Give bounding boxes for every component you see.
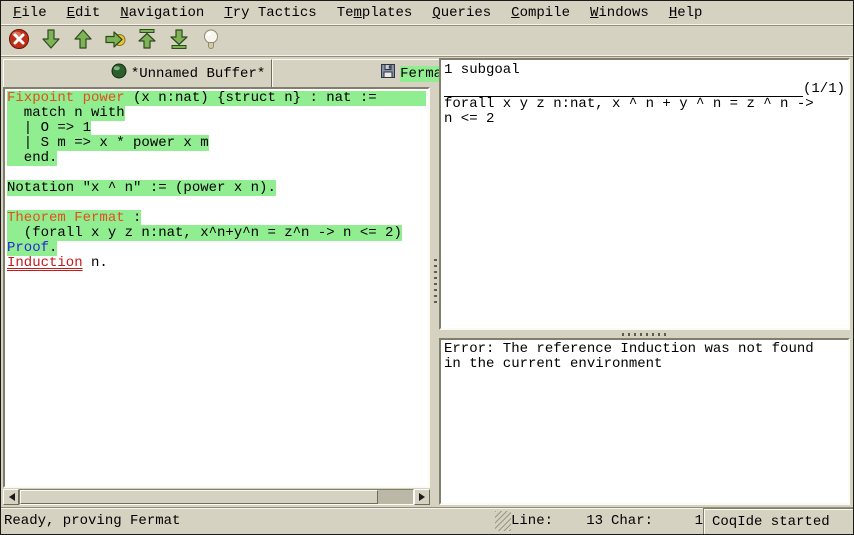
hint-button[interactable]: [198, 28, 224, 54]
script-editor[interactable]: Fixpoint power (x n:nat) {struct n} : na…: [3, 87, 430, 488]
goal-text: forall x y z n:nat, x ^ n + y ^ n = z ^ …: [444, 97, 845, 127]
line-value: 13: [553, 513, 603, 529]
scrollbar-thumb[interactable]: [20, 490, 378, 504]
menu-help[interactable]: Help: [659, 3, 713, 23]
goal-pane: 1 subgoal (1/1) forall x y z n:nat, x ^ …: [439, 58, 850, 330]
status-message: Ready, proving Fermat: [1, 508, 495, 534]
menu-navigation[interactable]: Navigation: [110, 3, 214, 23]
message-pane: Error: The reference Induction was not f…: [439, 338, 850, 505]
app-status: CoqIde started: [703, 508, 853, 534]
splitter-grip-icon: [622, 333, 668, 336]
scroll-right-button[interactable]: [414, 489, 430, 505]
arrow-down-to-bar-icon: [167, 27, 191, 56]
coqide-window: FileEditNavigationTry TacticsTemplatesQu…: [0, 0, 854, 535]
code-line: Fixpoint power (x n:nat) {struct n} : na…: [7, 91, 426, 106]
code-line: Theorem Fermat :: [7, 211, 426, 226]
go-to-start-button[interactable]: [134, 28, 160, 54]
code-line: | O => 1: [7, 121, 426, 136]
code-line: (forall x y z n:nat, x^n+y^n = z^n -> n …: [7, 226, 426, 241]
go-to-end-button[interactable]: [166, 28, 192, 54]
tab-label: *Unnamed Buffer*: [131, 66, 265, 82]
proof-column: 1 subgoal (1/1) forall x y z n:nat, x ^ …: [439, 57, 853, 507]
editor-content: Fixpoint power (x n:nat) {struct n} : na…: [7, 91, 426, 271]
code-line: Induction n.: [7, 256, 426, 271]
message-line: Error: The reference Induction was not f…: [444, 342, 845, 357]
message-line: in the current environment: [444, 357, 845, 372]
status-bar: Ready, proving Fermat Line: 13 Char: 1 C…: [1, 507, 853, 534]
menu-edit[interactable]: Edit: [57, 3, 111, 23]
menu-try-tactics[interactable]: Try Tactics: [214, 3, 326, 23]
horizontal-scrollbar: [3, 489, 430, 505]
menu-windows[interactable]: Windows: [580, 3, 659, 23]
lightbulb-icon: [199, 27, 223, 56]
goal-separator: (1/1): [444, 82, 845, 97]
vertical-splitter[interactable]: [431, 57, 439, 507]
triangle-left-icon: [5, 493, 15, 501]
goal-counter: (1/1): [803, 82, 845, 97]
code-line: [7, 196, 426, 211]
main-area: *Unnamed Buffer* Fermat.v: [1, 57, 853, 507]
menu-file[interactable]: File: [3, 3, 57, 23]
tab-unnamed-buffer[interactable]: *Unnamed Buffer*: [3, 59, 272, 87]
message-text: Error: The reference Induction was not f…: [444, 342, 845, 372]
code-line: match n with: [7, 106, 426, 121]
code-line: end.: [7, 151, 426, 166]
menu-compile[interactable]: Compile: [501, 3, 580, 23]
goal-line: n <= 2: [444, 112, 845, 127]
code-line: [7, 166, 426, 181]
cursor-position: Line: 13 Char: 1: [511, 508, 703, 534]
scroll-left-button[interactable]: [3, 489, 19, 505]
char-value: 1: [653, 513, 703, 529]
code-line: Proof.: [7, 241, 426, 256]
code-line: Notation "x ^ n" := (power x n).: [7, 181, 426, 196]
menu-templates[interactable]: Templates: [327, 3, 423, 23]
triangle-right-icon: [419, 493, 429, 501]
scrollbar-track[interactable]: [19, 489, 414, 505]
arrow-up-to-bar-icon: [135, 27, 159, 56]
menu-queries[interactable]: Queries: [422, 3, 501, 23]
tab-bar: *Unnamed Buffer* Fermat.v: [1, 57, 431, 87]
script-column: *Unnamed Buffer* Fermat.v: [1, 57, 431, 507]
horizontal-splitter[interactable]: [439, 330, 850, 338]
toolbar: [1, 26, 853, 57]
menu-bar: FileEditNavigationTry TacticsTemplatesQu…: [1, 1, 853, 26]
line-label: Line:: [511, 513, 553, 529]
splitter-grip-icon: [434, 259, 437, 305]
resize-grip-icon[interactable]: [495, 511, 511, 531]
char-label: Char:: [611, 513, 653, 529]
code-line: | S m => x * power x m: [7, 136, 426, 151]
subgoal-count: 1 subgoal: [444, 62, 845, 78]
goal-line: forall x y z n:nat, x ^ n + y ^ n = z ^ …: [444, 97, 845, 112]
